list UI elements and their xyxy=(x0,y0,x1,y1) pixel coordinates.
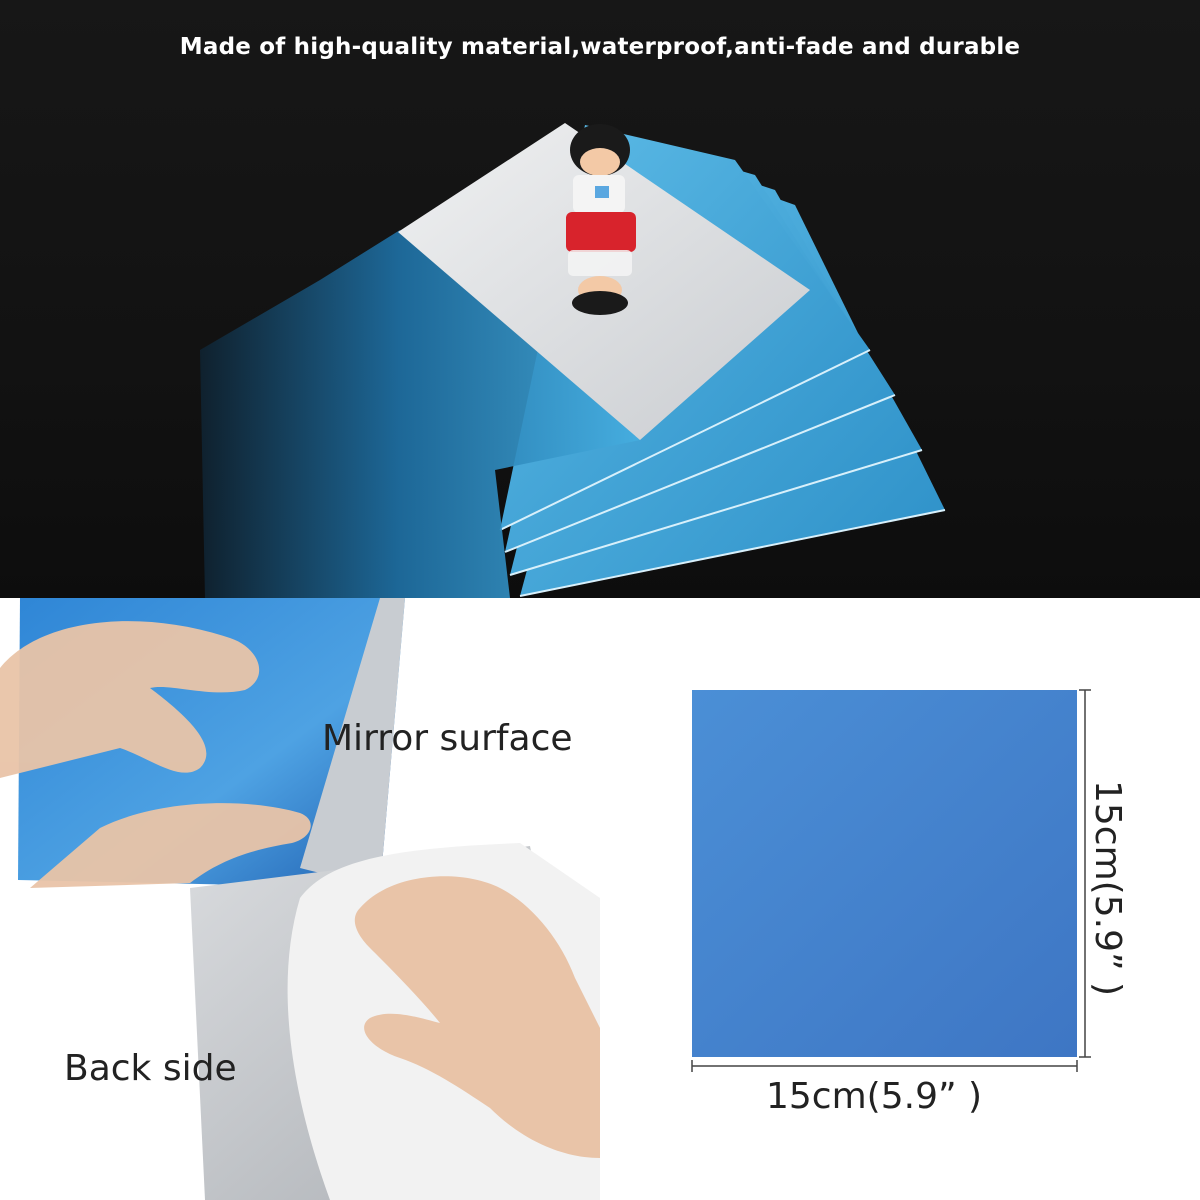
mirror-sheets-photo xyxy=(200,123,946,598)
mirror-surface-label: Mirror surface xyxy=(322,718,573,759)
width-dimension-label: 15cm(5.9” ) xyxy=(766,1076,983,1117)
back-side-label: Back side xyxy=(64,1048,237,1089)
bottom-info-panel: Mirror surface Back side 15cm(5.9” ) xyxy=(0,598,1200,1200)
blue-square-sheet xyxy=(692,690,1077,1057)
width-dimension-line xyxy=(691,1060,1078,1072)
top-photo-panel: Made of high-quality material,waterproof… xyxy=(0,0,1200,598)
product-detail-illustration xyxy=(0,598,1091,1200)
height-dimension-label: 15cm(5.9” ) xyxy=(1087,780,1128,997)
